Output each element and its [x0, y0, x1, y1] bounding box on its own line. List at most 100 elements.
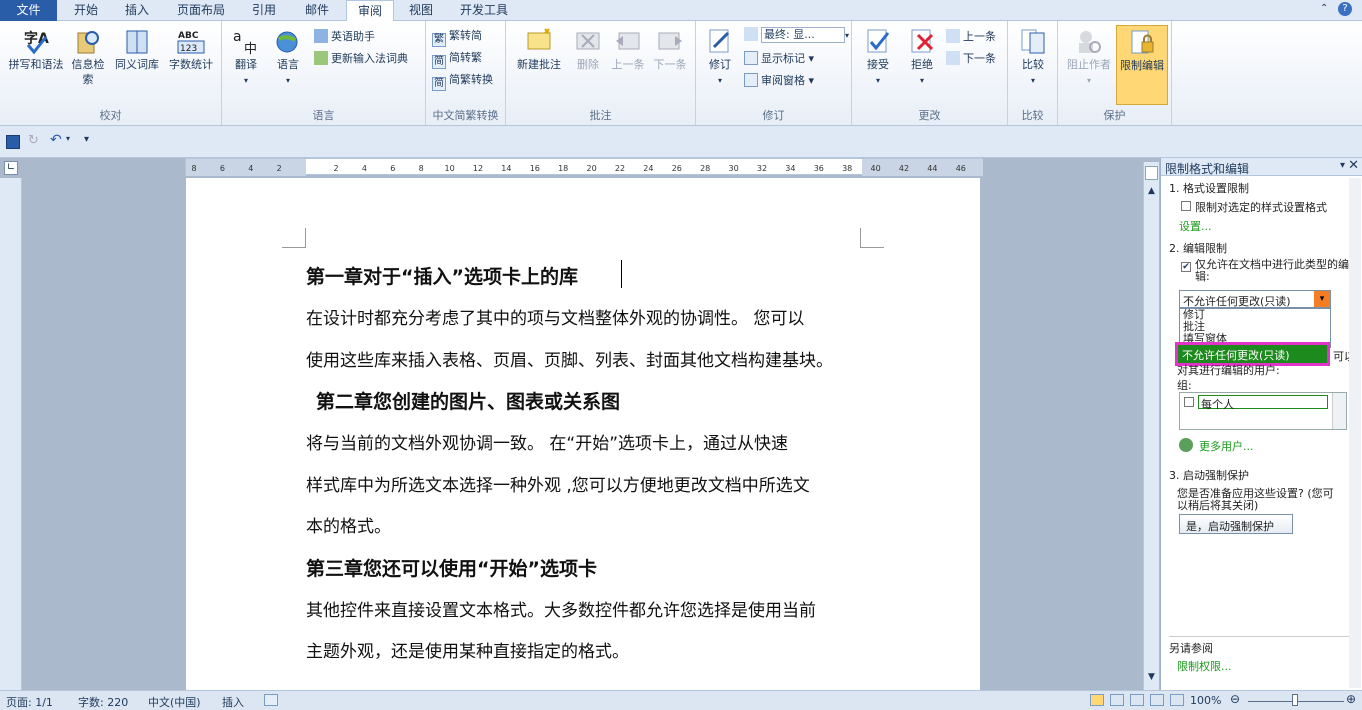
tab-mailings[interactable]: 邮件 [292, 0, 342, 21]
spell-button[interactable]: 字A 拼写和语法 [4, 27, 68, 72]
ruler-tick-label: 16 [530, 164, 540, 173]
track-changes-button[interactable]: 修订 ▾ [700, 27, 740, 88]
accept-dropdown-icon[interactable]: ▾ [876, 76, 880, 85]
language-button[interactable]: 语言 ▾ [268, 27, 308, 88]
more-users-link[interactable]: 更多用户... [1199, 438, 1254, 454]
groups-list[interactable]: 每个人 [1179, 392, 1347, 430]
zoom-slider-thumb[interactable] [1292, 694, 1298, 706]
editing-type-select[interactable]: 不允许任何更改(只读) ▾ [1179, 290, 1331, 308]
help-icon[interactable]: ? [1338, 2, 1352, 16]
editing-restrict-checkbox[interactable]: ✔ [1181, 262, 1191, 272]
editing-type-value: 不允许任何更改(只读) [1183, 295, 1291, 308]
vertical-ruler[interactable] [0, 178, 22, 690]
group-label-tracking: 修订 [762, 109, 785, 122]
restrict-permission-link[interactable]: 限制权限... [1177, 658, 1232, 674]
block-authors-button[interactable]: 阻止作者 ▾ [1062, 27, 1116, 88]
research-button[interactable]: 信息检索 [68, 27, 108, 87]
conversion-button[interactable]: 简简繁转换 [432, 73, 493, 91]
review-pane-button[interactable]: 审阅窗格 ▾ [744, 73, 814, 88]
macro-record-icon[interactable] [264, 694, 278, 706]
track-dropdown-icon[interactable]: ▾ [718, 76, 722, 85]
ruler-toggle-icon[interactable] [1145, 166, 1158, 180]
zoom-level[interactable]: 100% [1190, 694, 1221, 707]
scroll-down-icon[interactable]: ▼ [1145, 672, 1158, 686]
translate-button[interactable]: a中 翻译 ▾ [226, 27, 266, 88]
reject-button[interactable]: 拒绝 ▾ [900, 27, 944, 88]
tab-developer[interactable]: 开发工具 [448, 0, 520, 21]
pane-menu-icon[interactable]: ▾ [1340, 160, 1345, 171]
tab-review[interactable]: 审阅 [346, 0, 394, 22]
customize-toolbar-icon[interactable]: ▾ [84, 134, 89, 145]
ruler-tick-label: 8 [419, 164, 424, 173]
tab-page-layout[interactable]: 页面布局 [166, 0, 236, 21]
next-comment-button[interactable]: 下一条 [648, 27, 692, 72]
language-dropdown-icon[interactable]: ▾ [286, 76, 290, 85]
format-restrict-checkbox[interactable] [1181, 201, 1191, 211]
review-pane-icon [744, 73, 758, 87]
accept-button[interactable]: 接受 ▾ [856, 27, 900, 88]
zoom-out-icon[interactable]: ⊖ [1230, 692, 1240, 706]
tab-view[interactable]: 视图 [398, 0, 444, 21]
save-icon[interactable] [6, 135, 20, 149]
groups-list-scrollbar[interactable] [1332, 393, 1346, 429]
redo-disabled-icon[interactable]: ↻ [28, 134, 42, 148]
simp-to-trad-button[interactable]: 简简转繁 [432, 51, 482, 69]
vertical-scrollbar[interactable]: ▲ ▼ [1143, 162, 1159, 690]
restrict-editing-icon [1131, 30, 1154, 54]
reject-dropdown-icon[interactable]: ▾ [920, 76, 924, 85]
settings-link[interactable]: 设置... [1179, 218, 1212, 234]
tab-file[interactable]: 文件 [0, 0, 57, 21]
start-enforcing-button[interactable]: 是，启动强制保护 [1179, 514, 1293, 534]
translate-dropdown-icon[interactable]: ▾ [244, 76, 248, 85]
pane-close-icon[interactable]: ✕ [1348, 158, 1359, 173]
everyone-checkbox[interactable] [1184, 397, 1194, 407]
show-markup-button[interactable]: 显示标记 ▾ [744, 51, 814, 66]
spell-check-icon: 字A [24, 30, 49, 55]
outline-icon[interactable] [1150, 694, 1164, 706]
compare-button[interactable]: 比较 ▾ [1012, 27, 1054, 88]
undo-icon[interactable]: ↶ [50, 132, 64, 148]
web-layout-icon[interactable] [1130, 694, 1144, 706]
new-comment-button[interactable]: 新建批注 [510, 27, 568, 72]
final-display-select[interactable]: 最终: 显... ▾ [744, 27, 849, 43]
minimize-ribbon-icon[interactable]: ⌃ [1320, 3, 1332, 15]
group-language: a中 翻译 ▾ 语言 ▾ 英语助手 更新输入法词典 语言 [222, 21, 426, 125]
paragraph-line: 主题外观，还是使用某种直接指定的格式。 [306, 642, 629, 662]
undo-dropdown-icon[interactable]: ▾ [66, 134, 70, 143]
prev-change-button[interactable]: 上一条 [946, 29, 996, 44]
page-count[interactable]: 页面: 1/1 [6, 694, 53, 710]
draft-icon[interactable] [1170, 694, 1184, 706]
scroll-up-icon[interactable]: ▲ [1145, 186, 1158, 200]
restrict-editing-button[interactable]: 限制编辑 [1116, 25, 1168, 105]
select-dropdown-icon[interactable]: ▾ [1314, 291, 1330, 307]
next-change-button[interactable]: 下一条 [946, 51, 996, 66]
tab-references[interactable]: 引用 [240, 0, 288, 21]
insert-mode[interactable]: 插入 [222, 694, 244, 710]
group-label-compare: 比较 [1021, 109, 1044, 122]
research-icon [77, 31, 99, 54]
update-ime-button[interactable]: 更新输入法词典 [314, 51, 408, 66]
word-count[interactable]: 字数: 220 [78, 694, 128, 710]
horizontal-ruler[interactable]: 8 6 4 2 2 4 6 8 10 12 14 16 18 20 22 24 26 28 30 32 34 36 38 40… [185, 158, 994, 176]
option-read-only: 不允许任何更改(只读) [1182, 349, 1290, 362]
prev-comment-button[interactable]: 上一条 [606, 27, 650, 72]
compare-dropdown-icon[interactable]: ▾ [1031, 76, 1035, 85]
tab-stop-selector-icon[interactable]: ∟ [4, 161, 18, 175]
ruler-tick-label: 6 [390, 164, 395, 173]
zoom-in-icon[interactable]: ⊕ [1346, 692, 1356, 706]
document-page[interactable]: 第一章对于“插入”选项卡上的库 在设计时都充分考虑了其中的项与文档整体外观的协调… [186, 178, 980, 698]
block-dropdown-icon[interactable]: ▾ [1087, 76, 1091, 85]
trad-to-simp-button[interactable]: 繁繁转简 [432, 29, 482, 47]
delete-comment-button[interactable]: 删除 [568, 27, 608, 72]
tab-insert[interactable]: 插入 [112, 0, 162, 21]
everyone-item[interactable]: 每个人 [1198, 395, 1328, 411]
word-count-button[interactable]: ABC 123 字数统计 [164, 27, 218, 72]
language-indicator[interactable]: 中文(中国) [148, 694, 201, 710]
tab-home[interactable]: 开始 [60, 0, 112, 21]
heading-chapter-1: 第一章对于“插入”选项卡上的库 [306, 266, 578, 288]
english-assistant-button[interactable]: 英语助手 [314, 29, 375, 44]
thesaurus-button[interactable]: 同义词库 [110, 27, 164, 72]
reading-layout-icon[interactable] [1110, 694, 1124, 706]
pane-scrollbar[interactable] [1349, 178, 1361, 688]
print-layout-icon[interactable] [1090, 694, 1104, 706]
